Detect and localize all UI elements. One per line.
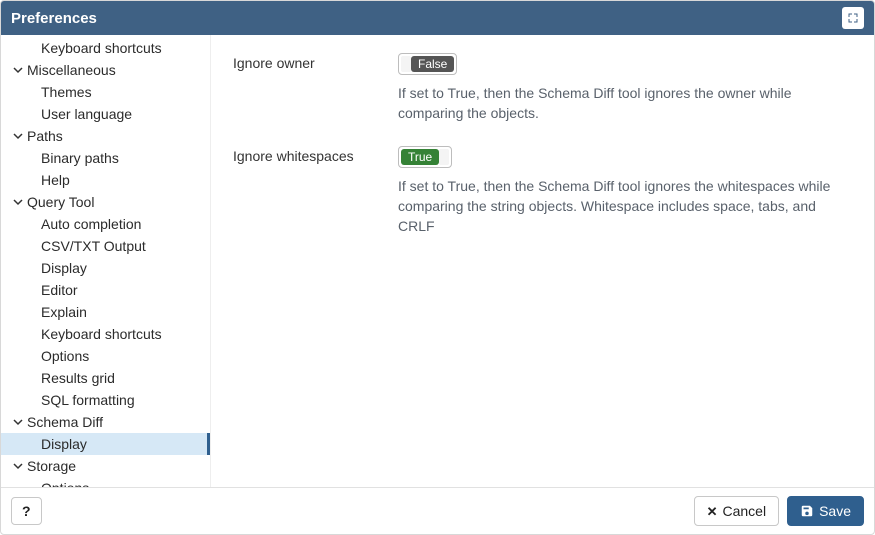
chevron-down-icon — [13, 65, 23, 75]
sidebar-group-miscellaneous[interactable]: Miscellaneous — [1, 59, 210, 81]
toggle-knob — [439, 149, 449, 165]
sidebar-item-binary-paths[interactable]: Binary paths — [1, 147, 210, 169]
chevron-down-icon — [13, 417, 23, 427]
save-label: Save — [819, 503, 851, 519]
setting-label: Ignore whitespaces — [233, 146, 378, 164]
setting-body: False If set to True, then the Schema Di… — [398, 53, 854, 124]
chevron-down-icon — [13, 197, 23, 207]
chevron-down-icon — [13, 131, 23, 141]
sidebar-item-label: Explain — [41, 304, 87, 320]
setting-label: Ignore owner — [233, 53, 378, 71]
chevron-down-icon — [13, 461, 23, 471]
toggle-ignore-whitespaces[interactable]: True — [398, 146, 452, 168]
setting-description: If set to True, then the Schema Diff too… — [398, 83, 854, 124]
sidebar-item-storage-options[interactable]: Options — [1, 477, 210, 487]
sidebar-group-label: Schema Diff — [27, 414, 103, 430]
help-button[interactable]: ? — [11, 497, 42, 525]
sidebar-item-auto-completion[interactable]: Auto completion — [1, 213, 210, 235]
sidebar-item-qt-options[interactable]: Options — [1, 345, 210, 367]
sidebar-group-storage[interactable]: Storage — [1, 455, 210, 477]
sidebar-item-label: Auto completion — [41, 216, 141, 232]
sidebar-item-user-language[interactable]: User language — [1, 103, 210, 125]
cancel-button[interactable]: ✕ Cancel — [694, 496, 780, 526]
setting-description: If set to True, then the Schema Diff too… — [398, 176, 854, 237]
save-icon — [800, 504, 814, 518]
preferences-dialog: Preferences Keyboard shortcuts Miscellan… — [0, 0, 875, 535]
sidebar-item-keyboard-shortcuts[interactable]: Keyboard shortcuts — [1, 37, 210, 59]
dialog-body: Keyboard shortcuts Miscellaneous Themes … — [1, 35, 874, 487]
sidebar-group-label: Storage — [27, 458, 76, 474]
toggle-value: True — [401, 149, 439, 165]
sidebar-item-schema-diff-display[interactable]: Display — [1, 433, 210, 455]
sidebar-item-label: Options — [41, 480, 89, 487]
sidebar-item-label: User language — [41, 106, 132, 122]
footer-right: ✕ Cancel Save — [694, 496, 864, 526]
sidebar-item-label: CSV/TXT Output — [41, 238, 146, 254]
sidebar-group-schema-diff[interactable]: Schema Diff — [1, 411, 210, 433]
toggle-value: False — [411, 56, 454, 72]
sidebar-item-label: Results grid — [41, 370, 115, 386]
expand-button[interactable] — [842, 7, 864, 29]
sidebar-item-label: Display — [41, 436, 87, 452]
sidebar-group-label: Query Tool — [27, 194, 94, 210]
sidebar-item-label: SQL formatting — [41, 392, 135, 408]
sidebar-group-label: Miscellaneous — [27, 62, 116, 78]
sidebar-item-label: Help — [41, 172, 70, 188]
sidebar-item-editor[interactable]: Editor — [1, 279, 210, 301]
sidebar[interactable]: Keyboard shortcuts Miscellaneous Themes … — [1, 35, 211, 487]
setting-ignore-owner: Ignore owner False If set to True, then … — [233, 53, 854, 124]
footer: ? ✕ Cancel Save — [1, 487, 874, 534]
sidebar-item-label: Keyboard shortcuts — [41, 40, 162, 56]
cancel-label: Cancel — [722, 503, 766, 519]
content-pane: Ignore owner False If set to True, then … — [211, 35, 874, 487]
sidebar-group-label: Paths — [27, 128, 63, 144]
preference-tree: Keyboard shortcuts Miscellaneous Themes … — [1, 37, 210, 487]
sidebar-item-label: Display — [41, 260, 87, 276]
sidebar-item-results-grid[interactable]: Results grid — [1, 367, 210, 389]
sidebar-item-label: Keyboard shortcuts — [41, 326, 162, 342]
sidebar-item-label: Themes — [41, 84, 92, 100]
toggle-knob — [401, 56, 411, 72]
sidebar-item-qt-keyboard-shortcuts[interactable]: Keyboard shortcuts — [1, 323, 210, 345]
sidebar-item-qt-display[interactable]: Display — [1, 257, 210, 279]
sidebar-item-sql-formatting[interactable]: SQL formatting — [1, 389, 210, 411]
setting-body: True If set to True, then the Schema Dif… — [398, 146, 854, 237]
sidebar-group-paths[interactable]: Paths — [1, 125, 210, 147]
sidebar-item-label: Editor — [41, 282, 78, 298]
sidebar-item-label: Options — [41, 348, 89, 364]
titlebar: Preferences — [1, 1, 874, 35]
toggle-ignore-owner[interactable]: False — [398, 53, 457, 75]
save-button[interactable]: Save — [787, 496, 864, 526]
setting-ignore-whitespaces: Ignore whitespaces True If set to True, … — [233, 146, 854, 237]
sidebar-item-label: Binary paths — [41, 150, 119, 166]
sidebar-item-explain[interactable]: Explain — [1, 301, 210, 323]
sidebar-item-help[interactable]: Help — [1, 169, 210, 191]
dialog-title: Preferences — [11, 10, 97, 27]
footer-left: ? — [11, 497, 42, 525]
help-icon: ? — [22, 503, 31, 519]
sidebar-group-query-tool[interactable]: Query Tool — [1, 191, 210, 213]
sidebar-item-themes[interactable]: Themes — [1, 81, 210, 103]
sidebar-item-csv-txt-output[interactable]: CSV/TXT Output — [1, 235, 210, 257]
expand-icon — [847, 12, 859, 24]
close-icon: ✕ — [707, 505, 718, 518]
